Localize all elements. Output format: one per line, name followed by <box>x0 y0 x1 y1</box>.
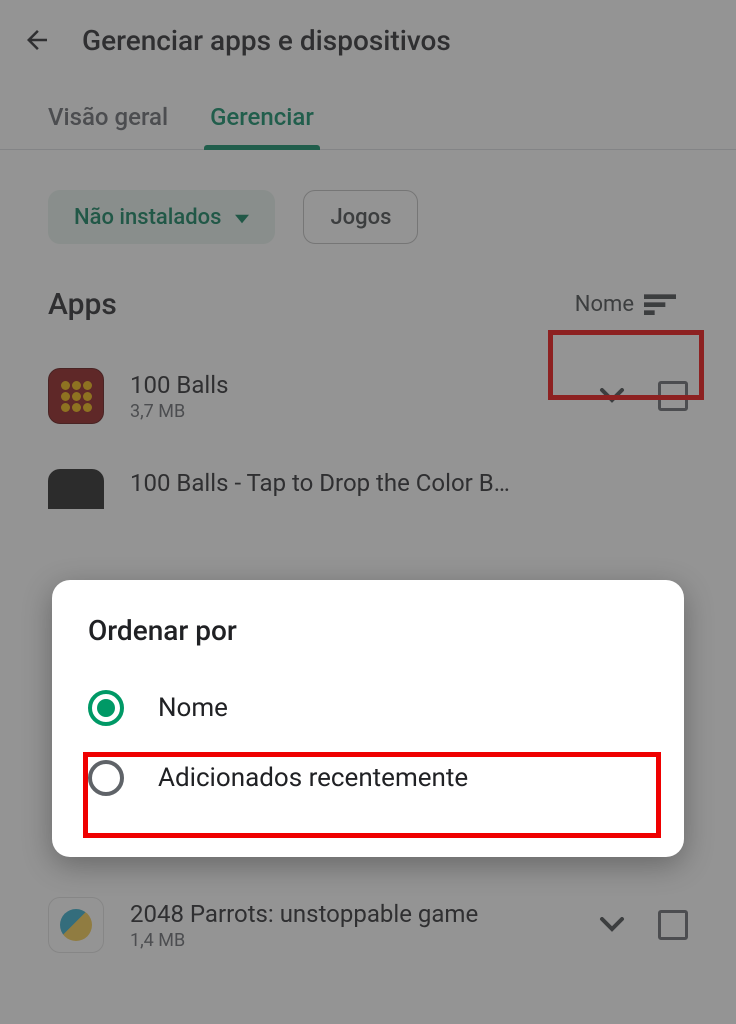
radio-label: Nome <box>158 693 228 723</box>
modal-scrim[interactable] <box>0 0 736 1024</box>
sort-option-name[interactable]: Nome <box>82 673 654 743</box>
dialog-title: Ordenar por <box>82 614 654 647</box>
annotation-highlight-recent <box>83 752 661 838</box>
radio-selected-icon <box>88 690 124 726</box>
